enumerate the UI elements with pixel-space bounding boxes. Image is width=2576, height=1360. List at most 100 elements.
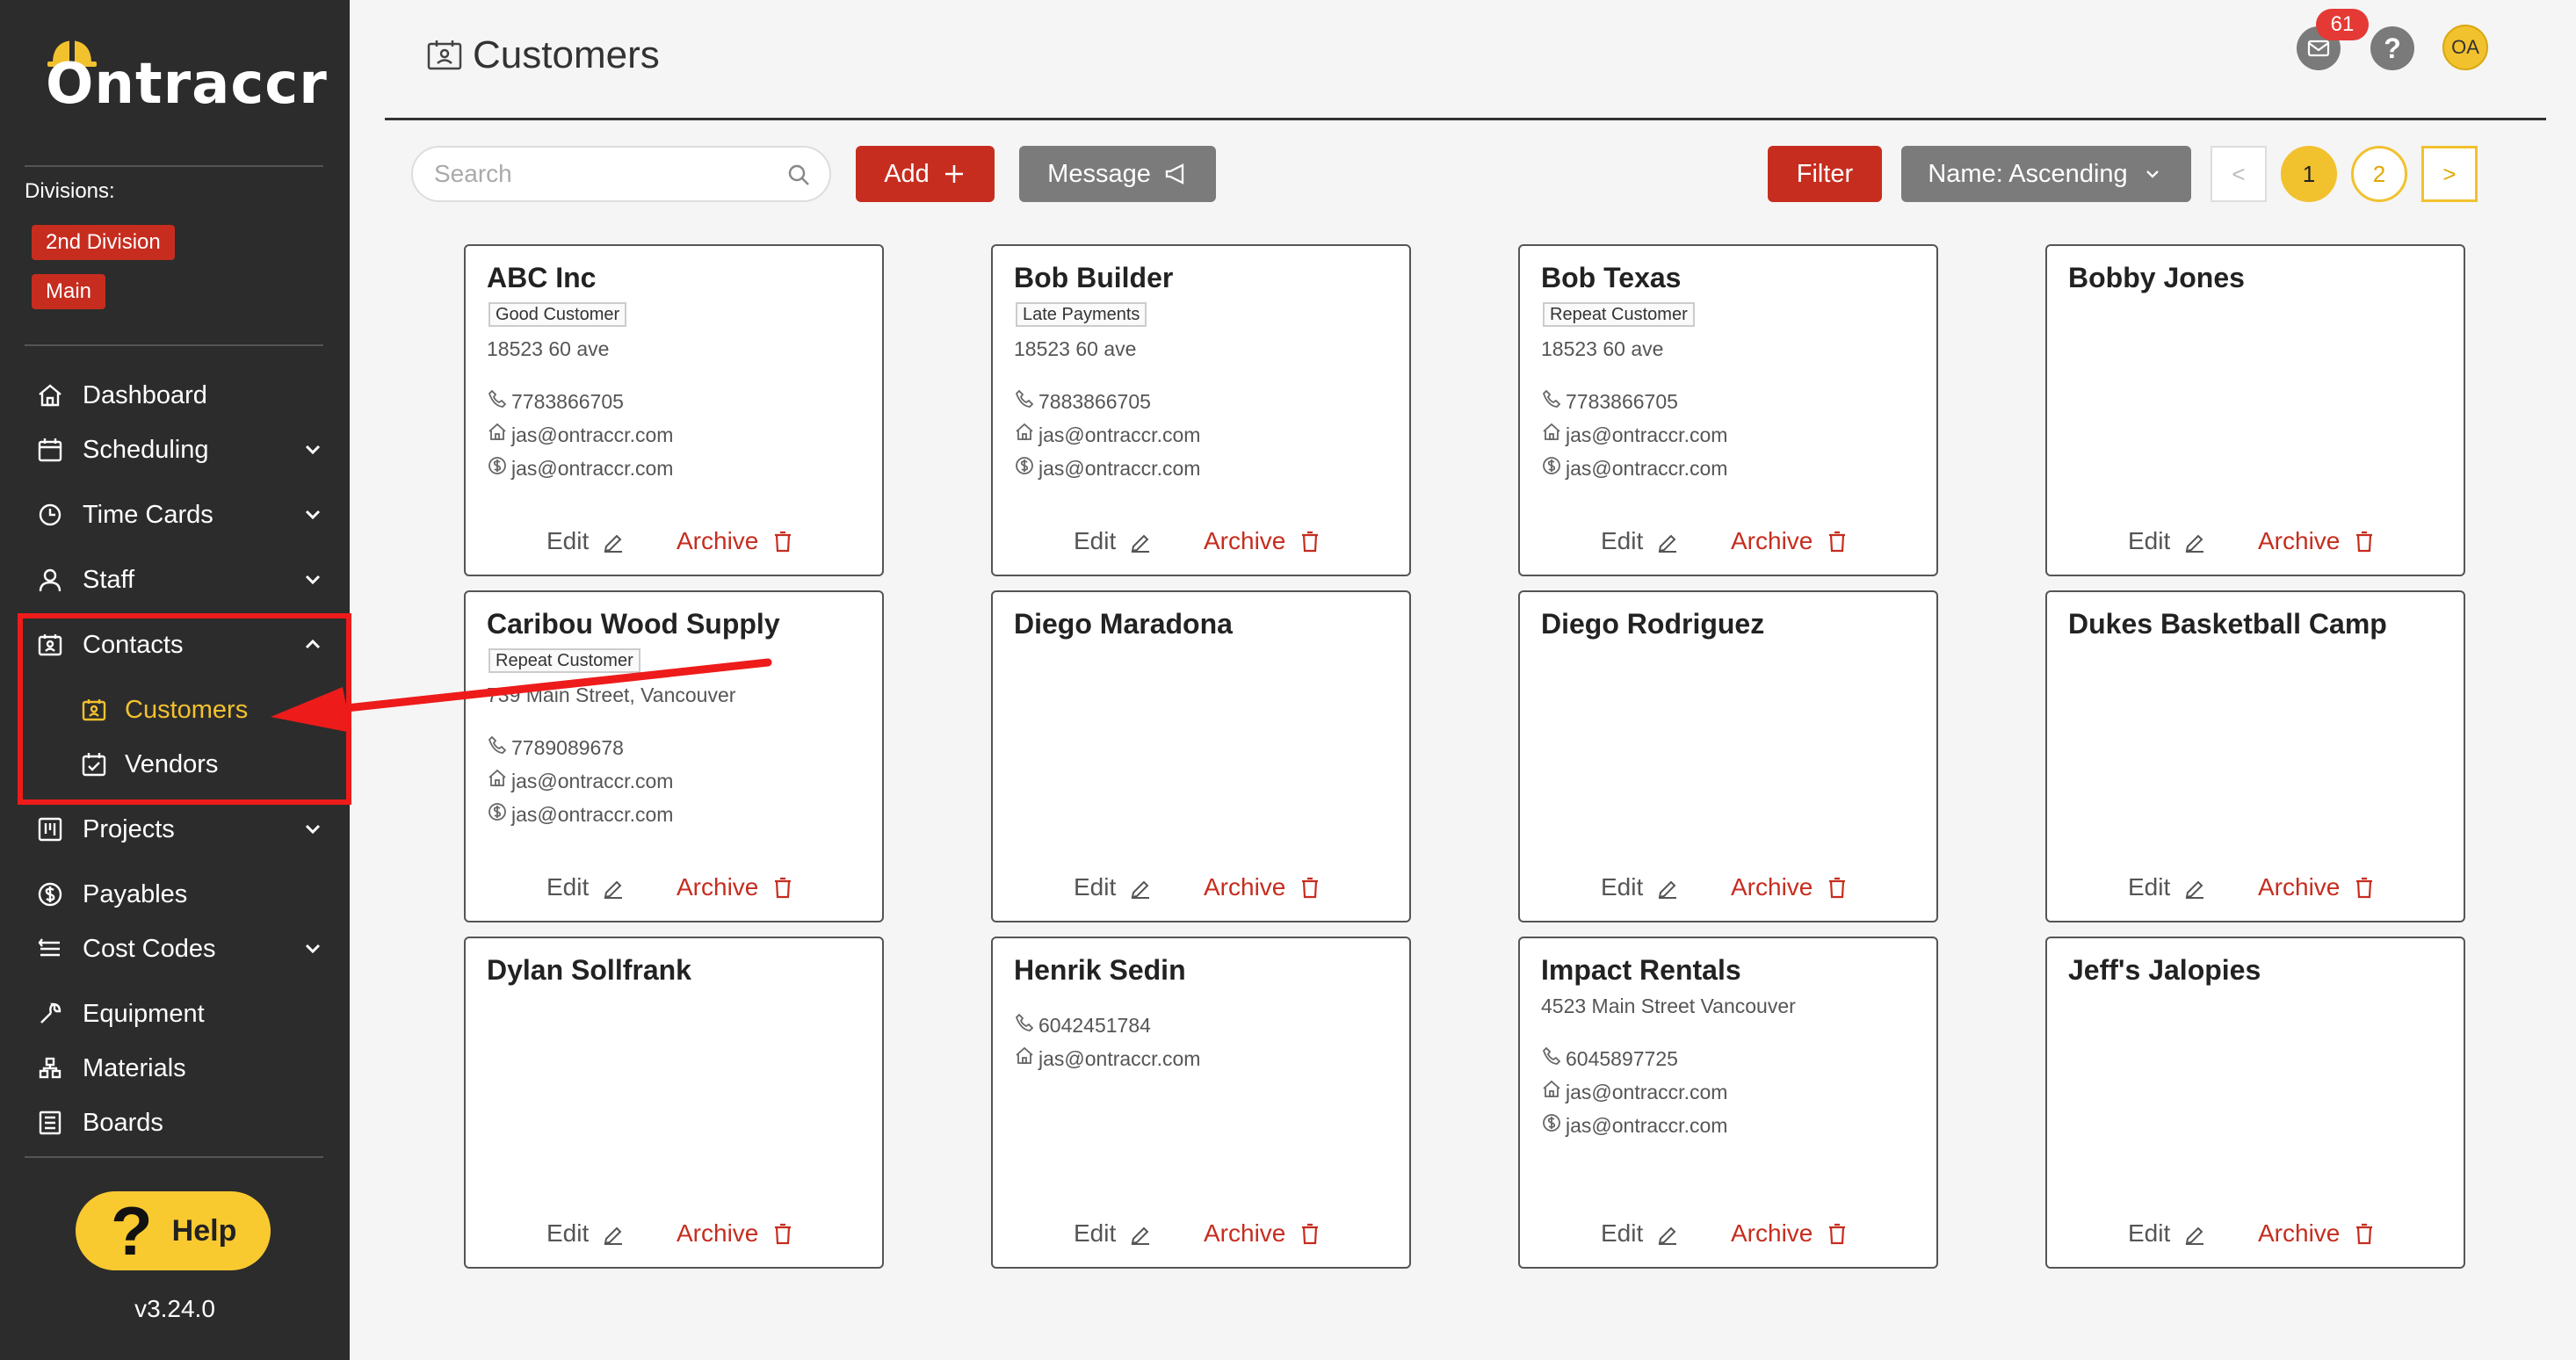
filter-button[interactable]: Filter bbox=[1768, 146, 1882, 202]
edit-button[interactable]: Edit bbox=[1074, 873, 1153, 901]
pagination-page-2[interactable]: 2 bbox=[2351, 146, 2407, 202]
search-field[interactable] bbox=[411, 146, 831, 202]
chevron-down-icon[interactable] bbox=[300, 568, 325, 592]
archive-button[interactable]: Archive bbox=[1204, 527, 1322, 555]
message-button[interactable]: Message bbox=[1019, 146, 1216, 202]
customer-card[interactable]: Dukes Basketball Camp Edit Archive bbox=[2045, 590, 2465, 922]
customer-card[interactable]: Diego Rodriguez Edit Archive bbox=[1518, 590, 1938, 922]
customer-card[interactable]: Bob Builder Late Payments 18523 60 ave 7883… bbox=[991, 244, 1411, 576]
pagination-prev-button[interactable]: < bbox=[2211, 146, 2267, 202]
pagination-next-button[interactable]: > bbox=[2421, 146, 2478, 202]
sidebar-item-dashboard[interactable]: Dashboard bbox=[35, 376, 325, 415]
chevron-down-icon[interactable] bbox=[300, 937, 325, 961]
edit-button[interactable]: Edit bbox=[1601, 1219, 1680, 1248]
sidebar-item-boards[interactable]: Boards bbox=[35, 1103, 325, 1142]
archive-button[interactable]: Archive bbox=[677, 527, 795, 555]
edit-button[interactable]: Edit bbox=[546, 1219, 626, 1248]
customer-name[interactable]: Bob Texas bbox=[1541, 262, 1681, 294]
customer-name[interactable]: Diego Rodriguez bbox=[1541, 608, 1764, 640]
sidebar-item-projects[interactable]: Projects bbox=[35, 810, 325, 849]
sidebar-item-staff[interactable]: Staff bbox=[35, 561, 325, 599]
customer-email[interactable]: jas@ontraccr.com bbox=[487, 422, 673, 448]
customer-email[interactable]: jas@ontraccr.com bbox=[1541, 1079, 1727, 1105]
customer-card[interactable]: ABC Inc Good Customer 18523 60 ave 77838667… bbox=[464, 244, 884, 576]
archive-button[interactable]: Archive bbox=[1204, 1219, 1322, 1248]
customer-phone-text: 7789089678 bbox=[511, 735, 624, 759]
customer-billing-email[interactable]: jas@ontraccr.com bbox=[1541, 455, 1727, 481]
customer-card[interactable]: Diego Maradona Edit Archive bbox=[991, 590, 1411, 922]
edit-button[interactable]: Edit bbox=[1074, 527, 1153, 555]
sidebar-item-label: Scheduling bbox=[83, 435, 209, 464]
edit-button[interactable]: Edit bbox=[2128, 527, 2207, 555]
customer-card[interactable]: Impact Rentals 4523 Main Street Vancouver… bbox=[1518, 937, 1938, 1269]
archive-button[interactable]: Archive bbox=[1731, 1219, 1849, 1248]
edit-label: Edit bbox=[1601, 1219, 1644, 1247]
sidebar-item-payables[interactable]: Payables bbox=[35, 875, 325, 914]
edit-button[interactable]: Edit bbox=[1074, 1219, 1153, 1248]
edit-button[interactable]: Edit bbox=[546, 527, 626, 555]
edit-button[interactable]: Edit bbox=[2128, 1219, 2207, 1248]
division-badge-main[interactable]: Main bbox=[32, 274, 106, 309]
customer-card[interactable]: Jeff's Jalopies Edit Archive bbox=[2045, 937, 2465, 1269]
customer-name[interactable]: Dukes Basketball Camp bbox=[2068, 608, 2387, 640]
sidebar-item-scheduling[interactable]: Scheduling bbox=[35, 430, 325, 469]
add-button[interactable]: Add bbox=[856, 146, 995, 202]
edit-button[interactable]: Edit bbox=[1601, 527, 1680, 555]
customer-billing-email[interactable]: jas@ontraccr.com bbox=[1014, 455, 1200, 481]
sidebar-item-cost-codes[interactable]: Cost Codes bbox=[35, 930, 325, 968]
customer-name[interactable]: Henrik Sedin bbox=[1014, 954, 1186, 987]
division-badge-2nd[interactable]: 2nd Division bbox=[32, 225, 175, 260]
help-button[interactable]: ? Help bbox=[76, 1191, 271, 1270]
boards-icon bbox=[35, 1108, 65, 1138]
archive-button[interactable]: Archive bbox=[2258, 873, 2377, 901]
archive-button[interactable]: Archive bbox=[677, 1219, 795, 1248]
archive-button[interactable]: Archive bbox=[1204, 873, 1322, 901]
archive-button[interactable]: Archive bbox=[2258, 527, 2377, 555]
archive-button[interactable]: Archive bbox=[2258, 1219, 2377, 1248]
customer-card[interactable]: Bob Texas Repeat Customer 18523 60 ave 7783… bbox=[1518, 244, 1938, 576]
customer-email[interactable]: jas@ontraccr.com bbox=[1541, 422, 1727, 448]
customer-card[interactable]: Bobby Jones Edit Archive bbox=[2045, 244, 2465, 576]
customer-email[interactable]: jas@ontraccr.com bbox=[487, 768, 673, 794]
customer-card[interactable]: Caribou Wood Supply Repeat Customer 739 Ma… bbox=[464, 590, 884, 922]
chevron-down-icon[interactable] bbox=[300, 438, 325, 462]
ontraccr-logo[interactable]: Ontraccr bbox=[46, 39, 327, 118]
edit-button[interactable]: Edit bbox=[546, 873, 626, 901]
customer-card[interactable]: Henrik Sedin 6042451784 jas@ontraccr.com Ed… bbox=[991, 937, 1411, 1269]
customer-phone-text: 7883866705 bbox=[1038, 389, 1151, 413]
sidebar-item-materials[interactable]: Materials bbox=[35, 1049, 325, 1088]
user-avatar[interactable]: OA bbox=[2442, 25, 2488, 70]
customer-billing-email[interactable]: jas@ontraccr.com bbox=[487, 455, 673, 481]
customer-name[interactable]: Caribou Wood Supply bbox=[487, 608, 780, 640]
customer-billing-email[interactable]: jas@ontraccr.com bbox=[487, 801, 673, 828]
customer-name[interactable]: Jeff's Jalopies bbox=[2068, 954, 2261, 987]
customer-card[interactable]: Dylan Sollfrank Edit Archive bbox=[464, 937, 884, 1269]
customer-name[interactable]: Bob Builder bbox=[1014, 262, 1173, 294]
edit-button[interactable]: Edit bbox=[2128, 873, 2207, 901]
customer-billing-email[interactable]: jas@ontraccr.com bbox=[1541, 1112, 1727, 1139]
sidebar-item-time-cards[interactable]: Time Cards bbox=[35, 496, 325, 534]
customer-name[interactable]: Bobby Jones bbox=[2068, 262, 2245, 294]
customer-name[interactable]: Dylan Sollfrank bbox=[487, 954, 691, 987]
chevron-down-icon[interactable] bbox=[300, 817, 325, 842]
list-icon bbox=[35, 934, 65, 964]
sidebar-item-equipment[interactable]: Equipment bbox=[35, 995, 325, 1033]
archive-button[interactable]: Archive bbox=[1731, 527, 1849, 555]
chevron-down-icon[interactable] bbox=[300, 503, 325, 527]
pagination-page-1[interactable]: 1 bbox=[2281, 146, 2337, 202]
pagination-prev-symbol: < bbox=[2232, 160, 2246, 187]
customer-name[interactable]: Diego Maradona bbox=[1014, 608, 1233, 640]
customer-email[interactable]: jas@ontraccr.com bbox=[1014, 422, 1200, 448]
customer-email[interactable]: jas@ontraccr.com bbox=[1014, 1045, 1200, 1072]
archive-button[interactable]: Archive bbox=[677, 873, 795, 901]
sort-dropdown[interactable]: Name: Ascending bbox=[1901, 146, 2191, 202]
edit-button[interactable]: Edit bbox=[1601, 873, 1680, 901]
customer-address: 18523 60 ave bbox=[1541, 337, 1664, 360]
customer-name[interactable]: Impact Rentals bbox=[1541, 954, 1741, 987]
help-question-button[interactable]: ? bbox=[2370, 26, 2414, 70]
dollar-icon bbox=[1014, 455, 1038, 481]
archive-button[interactable]: Archive bbox=[1731, 873, 1849, 901]
search-input[interactable] bbox=[434, 160, 768, 188]
customer-name[interactable]: ABC Inc bbox=[487, 262, 596, 294]
edit-label: Edit bbox=[2128, 527, 2171, 554]
